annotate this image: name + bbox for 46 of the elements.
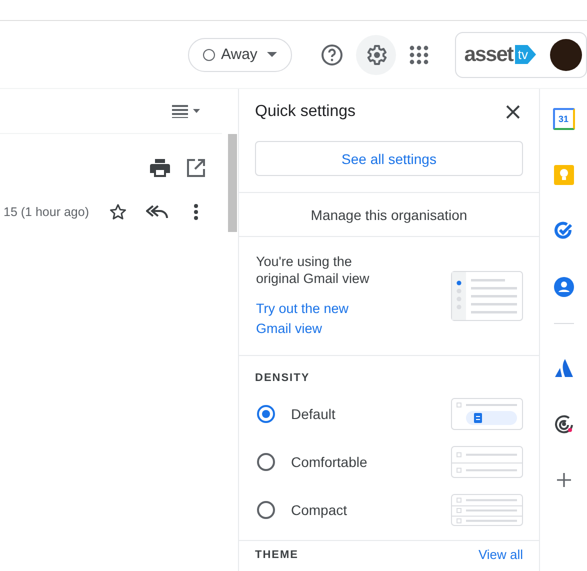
apps-grid-icon [409,44,430,64]
density-preview-drawing [451,446,523,478]
print-icon [150,159,170,177]
gmail-view-preview-drawing [451,271,523,321]
lightbulb-icon [554,165,574,185]
open-in-new-icon [187,159,205,177]
calendar-icon: 31 [552,108,574,130]
density-radio[interactable] [257,405,275,423]
star-icon [109,203,127,221]
theme-heading: THEME [255,548,298,560]
see-all-settings-button[interactable]: See all settings [255,141,523,176]
density-radio[interactable] [257,453,275,471]
status-circle-icon [203,48,215,60]
manage-organisation-link[interactable]: Manage this organisation [310,207,468,223]
try-new-view-link[interactable]: Try out the new Gmail view [256,299,368,339]
person-circle-icon [554,277,574,297]
settings-button[interactable] [356,34,396,74]
message-date: 15 (1 hour ago) [4,205,89,219]
density-option-label: Comfortable [291,454,368,470]
density-heading: DENSITY [255,372,311,384]
list-view-icon [172,104,200,118]
more-vertical-icon [194,204,198,220]
account-card[interactable]: asset tv [455,32,587,78]
reply-all-icon [146,204,168,220]
avatar-circle[interactable] [550,38,582,70]
density-option-label: Compact [291,502,348,518]
density-option-label: Default [291,406,336,422]
panel-title: Quick settings [255,103,356,121]
logo-text: asset [464,42,513,66]
status-label: Away [221,46,258,63]
checkmark-circle-icon [554,221,574,241]
target-icon [554,414,574,434]
close-icon [506,105,520,119]
triangle-logo-icon [554,358,574,378]
status-button[interactable]: Away [188,38,292,72]
view-notice-text: You're using the original Gmail view [256,253,370,287]
scrollbar-thumb[interactable] [228,134,237,232]
view-all-link[interactable]: View all [478,547,523,562]
caret-icon [267,52,278,57]
density-preview-drawing [451,494,523,526]
help-icon [320,42,344,66]
logo-badge: tv [514,45,536,64]
density-preview-drawing [451,398,523,430]
density-radio[interactable] [257,501,275,519]
plus-icon [556,473,570,487]
calendar-app-button[interactable]: 31 [544,99,584,139]
